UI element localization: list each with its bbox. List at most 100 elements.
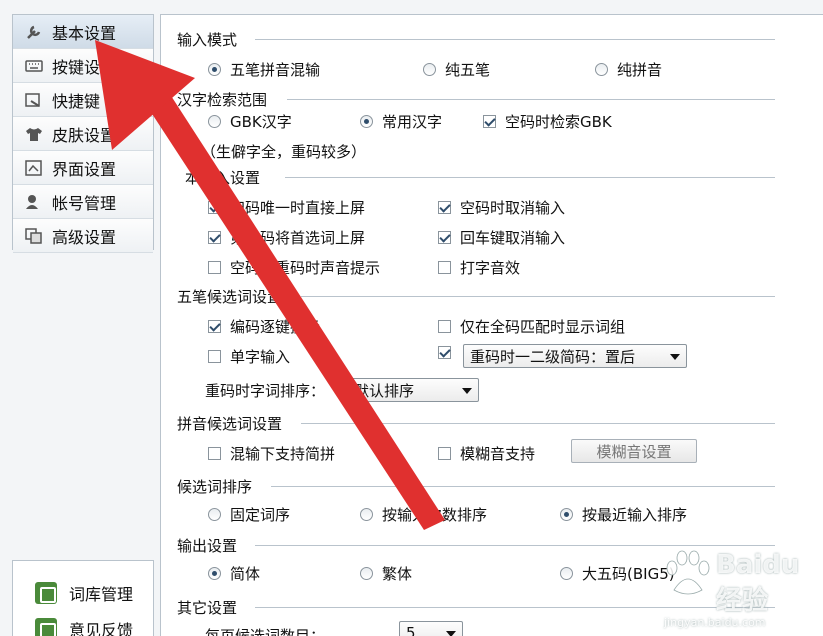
section-title-wubi-candidates: 五笔候选词设置 bbox=[177, 286, 289, 307]
radio-traditional[interactable]: 繁体 bbox=[360, 563, 412, 584]
radio-simplified[interactable]: 简体 bbox=[208, 563, 260, 584]
radio-common-hanzi[interactable]: 常用汉字 bbox=[360, 111, 442, 132]
option-label: 简体 bbox=[230, 565, 261, 583]
sidebar-item-skin-settings[interactable]: 皮肤设置 bbox=[13, 117, 153, 151]
section-title-candidate-sort: 候选词排序 bbox=[177, 476, 259, 497]
radio-sort-by-frequency[interactable]: 按输入次数排序 bbox=[360, 504, 487, 525]
checkbox[interactable] bbox=[438, 320, 451, 333]
shortcut-icon bbox=[25, 92, 43, 108]
check-dup-short-code[interactable] bbox=[438, 346, 460, 359]
checkbox[interactable] bbox=[438, 231, 451, 244]
check-four-code-unique[interactable]: 四码唯一时直接上屏 bbox=[208, 197, 365, 218]
option-label: 打字音效 bbox=[460, 259, 521, 277]
chevron-down-icon bbox=[462, 388, 472, 394]
checkbox[interactable] bbox=[438, 261, 451, 274]
option-label: 空码时取消输入 bbox=[460, 199, 566, 217]
radio-pure-pinyin[interactable]: 纯拼音 bbox=[595, 59, 662, 80]
option-label: 常用汉字 bbox=[382, 113, 443, 131]
radio-button[interactable] bbox=[423, 63, 436, 76]
check-sound-prompt[interactable]: 空码或重码时声音提示 bbox=[208, 257, 380, 278]
radio-button[interactable] bbox=[560, 508, 573, 521]
sidebar-item-label: 快捷键 bbox=[52, 91, 101, 111]
radio-gbk-hanzi[interactable]: GBK汉字 bbox=[208, 111, 292, 132]
section-divider bbox=[301, 423, 775, 424]
sidebar-item-label: 界面设置 bbox=[52, 159, 117, 179]
feedback-label: 意见反馈 bbox=[69, 621, 134, 636]
radio-button[interactable] bbox=[360, 115, 373, 128]
radio-sort-by-recent[interactable]: 按最近输入排序 bbox=[560, 504, 687, 525]
radio-button[interactable] bbox=[208, 508, 221, 521]
sidebar-item-key-settings[interactable]: 按键设 bbox=[13, 49, 153, 83]
option-label: 四码唯一时直接上屏 bbox=[230, 199, 366, 217]
dup-sort-select[interactable]: 默认排序 bbox=[347, 378, 479, 402]
fuzzy-settings-button[interactable]: 模糊音设置 bbox=[571, 439, 697, 463]
sidebar-item-label: 按键设 bbox=[52, 57, 101, 77]
radio-button[interactable] bbox=[208, 567, 221, 580]
user-icon bbox=[25, 194, 43, 210]
check-full-code-phrase[interactable]: 仅在全码匹配时显示词组 bbox=[438, 316, 625, 337]
option-label: 按最近输入排序 bbox=[582, 506, 688, 524]
check-single-char[interactable]: 单字输入 bbox=[208, 346, 290, 367]
radio-button[interactable] bbox=[360, 508, 373, 521]
check-enter-cancel[interactable]: 回车键取消输入 bbox=[438, 227, 565, 248]
feedback-link[interactable]: 意见反馈 bbox=[13, 611, 153, 636]
check-fuzzy-pinyin[interactable]: 模糊音支持 bbox=[438, 443, 535, 464]
check-gbk-on-empty[interactable]: 空码时检索GBK bbox=[483, 111, 612, 132]
section-title-output: 输出设置 bbox=[177, 535, 244, 556]
section-title-hanzi-range: 汉字检索范围 bbox=[177, 89, 274, 110]
option-label: 仅在全码匹配时显示词组 bbox=[460, 318, 626, 336]
radio-button[interactable] bbox=[595, 63, 608, 76]
option-label: 繁体 bbox=[382, 565, 413, 583]
section-divider bbox=[301, 296, 775, 297]
checkbox[interactable] bbox=[438, 447, 451, 460]
check-simple-pinyin[interactable]: 混输下支持简拼 bbox=[208, 443, 335, 464]
sidebar-bottom-panel: 词库管理 意见反馈 bbox=[12, 560, 154, 636]
sidebar-item-label: 基本设置 bbox=[52, 23, 117, 43]
checkbox[interactable] bbox=[483, 115, 496, 128]
check-empty-cancel[interactable]: 空码时取消输入 bbox=[438, 197, 565, 218]
checkbox[interactable] bbox=[208, 231, 221, 244]
checkbox[interactable] bbox=[208, 350, 221, 363]
select-value: 重码时一二级简码：置后 bbox=[470, 347, 636, 366]
radio-button[interactable] bbox=[360, 567, 373, 580]
checkbox[interactable] bbox=[208, 201, 221, 214]
dictionary-manager-label: 词库管理 bbox=[69, 585, 134, 604]
option-label: 固定词序 bbox=[230, 506, 291, 524]
option-label: 五笔拼音混输 bbox=[230, 61, 321, 79]
dup-sort-label: 重码时字词排序： bbox=[205, 382, 326, 400]
radio-fixed-order[interactable]: 固定词序 bbox=[208, 504, 290, 525]
sidebar-item-shortcuts[interactable]: 快捷键 bbox=[13, 83, 153, 117]
check-typing-sound[interactable]: 打字音效 bbox=[438, 257, 520, 278]
layers-icon bbox=[25, 227, 43, 244]
radio-button[interactable] bbox=[560, 567, 573, 580]
option-label: 混输下支持简拼 bbox=[230, 445, 336, 463]
checkbox[interactable] bbox=[438, 346, 451, 359]
radio-wubi-pinyin-mix[interactable]: 五笔拼音混输 bbox=[208, 59, 320, 80]
hanzi-range-note: （生僻字全，重码较多） bbox=[201, 143, 367, 161]
watermark-url: jingyan.baidu.com bbox=[664, 616, 766, 629]
checkbox[interactable] bbox=[208, 320, 221, 333]
check-fifth-code-commit[interactable]: 第五码将首选词上屏 bbox=[208, 227, 365, 248]
sidebar-item-ui-settings[interactable]: 界面设置 bbox=[13, 151, 153, 185]
dup-short-code-select[interactable]: 重码时一二级简码：置后 bbox=[463, 344, 687, 368]
checkbox[interactable] bbox=[208, 447, 221, 460]
check-code-hint[interactable]: 编码逐键提示 bbox=[208, 316, 320, 337]
per-page-select[interactable]: 5 bbox=[399, 621, 463, 636]
radio-button[interactable] bbox=[208, 63, 221, 76]
dictionary-manager-link[interactable]: 词库管理 bbox=[13, 575, 153, 611]
feedback-icon bbox=[35, 618, 57, 636]
sidebar-item-advanced[interactable]: 高级设置 bbox=[13, 219, 153, 253]
option-label: 空码或重码时声音提示 bbox=[230, 259, 381, 277]
select-value: 5 bbox=[406, 624, 416, 636]
option-label: 第五码将首选词上屏 bbox=[230, 229, 366, 247]
sidebar-item-label: 帐号管理 bbox=[52, 193, 117, 213]
checkbox[interactable] bbox=[208, 261, 221, 274]
option-label: 模糊音支持 bbox=[460, 445, 536, 463]
sidebar-item-account[interactable]: 帐号管理 bbox=[13, 185, 153, 219]
per-page-label: 每页候选词数目： bbox=[205, 627, 326, 636]
option-label: 回车键取消输入 bbox=[460, 229, 566, 247]
radio-button[interactable] bbox=[208, 115, 221, 128]
sidebar-item-basic-settings[interactable]: 基本设置 bbox=[13, 15, 153, 49]
radio-pure-wubi[interactable]: 纯五笔 bbox=[423, 59, 490, 80]
checkbox[interactable] bbox=[438, 201, 451, 214]
